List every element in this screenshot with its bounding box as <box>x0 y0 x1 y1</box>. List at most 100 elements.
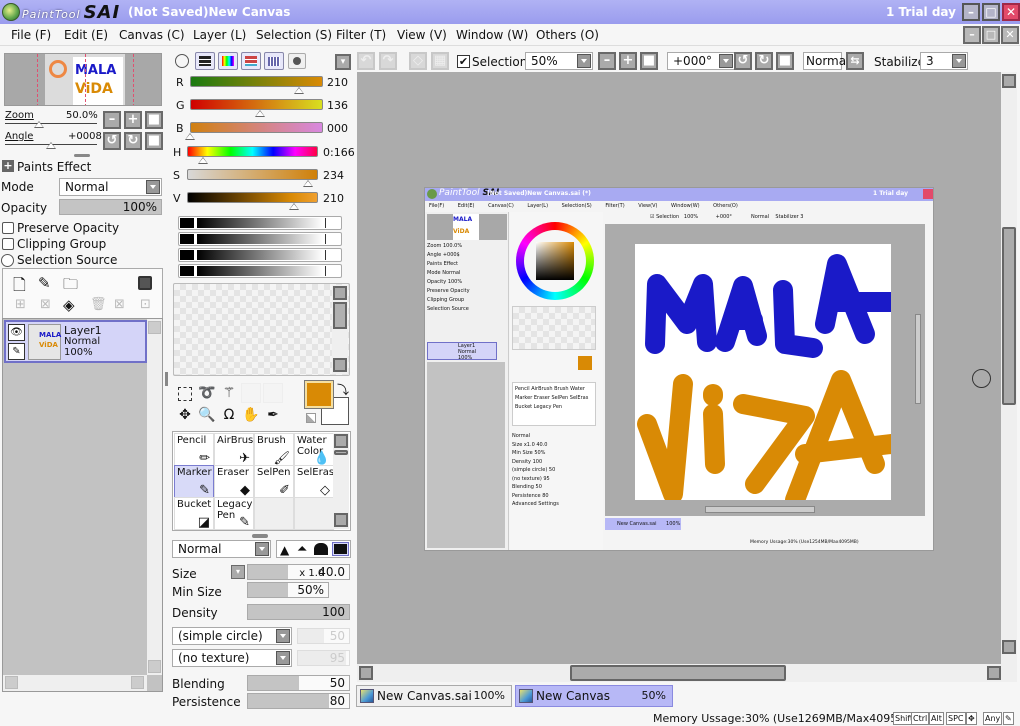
menu-edit[interactable]: Edit (E) <box>64 28 108 42</box>
gray-slider-2[interactable] <box>178 232 342 246</box>
swatch-scroll-up[interactable] <box>333 286 347 300</box>
canvas-scroll-up[interactable] <box>1002 74 1016 88</box>
view-mode-button[interactable]: Normal <box>803 52 849 70</box>
doc-minimize-button[interactable]: – <box>963 26 981 44</box>
size-multiplier-dropdown[interactable]: ▾ <box>231 565 245 579</box>
brush-selpen[interactable]: SelPen ✐ <box>254 465 294 498</box>
swatches-mode-icon[interactable] <box>264 52 284 70</box>
rect-select-tool[interactable] <box>178 387 192 401</box>
menu-selection[interactable]: Selection (S) <box>256 28 332 42</box>
persistence-slider[interactable]: 80 <box>247 693 350 709</box>
preserve-opacity-checkbox[interactable] <box>2 222 14 234</box>
min-size-slider[interactable]: 50% <box>247 582 329 598</box>
canvas-scroll-right[interactable] <box>987 666 1001 680</box>
file-tab-new-canvas-sai[interactable]: New Canvas.sai 100% <box>356 685 512 707</box>
menu-filter[interactable]: Filter (T) <box>336 28 386 42</box>
minimize-button[interactable]: – <box>962 3 980 21</box>
redo-button[interactable]: ↷ <box>379 52 397 70</box>
brush-pencil[interactable]: Pencil ✏ <box>174 433 214 466</box>
brush-texture-strength[interactable]: 95 <box>297 650 350 666</box>
swatch-scrollbar[interactable] <box>332 285 348 374</box>
clear-layer-icon[interactable]: ◈ <box>63 296 75 314</box>
zoom-slider[interactable] <box>5 123 97 124</box>
r-slider-handle[interactable] <box>294 87 305 94</box>
scratchpad-mode-icon[interactable] <box>288 53 306 69</box>
edge-sharp-icon[interactable] <box>332 542 349 556</box>
s-slider[interactable] <box>187 169 318 180</box>
toolbar-zoom-reset-button[interactable]: ■ <box>640 52 658 70</box>
g-slider-handle[interactable] <box>255 110 266 117</box>
layer-scroll-up[interactable] <box>148 321 161 334</box>
selection-source-radio[interactable] <box>1 254 14 267</box>
layer-scroll-down[interactable] <box>148 660 161 673</box>
angle-slider-handle[interactable] <box>46 142 56 149</box>
edge-soft-icon[interactable]: ▲ <box>280 543 289 557</box>
layer-scroll-left[interactable] <box>5 676 18 689</box>
paints-effect-expand-icon[interactable]: + <box>2 160 14 172</box>
zoom-slider-handle[interactable] <box>34 121 44 128</box>
toolbar-zoom-in-button[interactable]: + <box>619 52 637 70</box>
toolbar-rotate-reset-button[interactable]: ■ <box>776 52 794 70</box>
toolbar-rotate-left-button[interactable]: ↺ <box>734 52 752 70</box>
brush-bucket[interactable]: Bucket ◪ <box>174 497 214 530</box>
brush-scroll-up[interactable] <box>334 434 348 448</box>
gray-slider-3[interactable] <box>178 248 342 262</box>
maximize-button[interactable]: □ <box>982 3 1000 21</box>
canvas-vscroll-thumb[interactable] <box>1002 227 1016 405</box>
magic-wand-tool[interactable]: ⚚ <box>219 383 239 403</box>
hand-tool[interactable]: ✋ <box>241 405 261 425</box>
canvas-viewport[interactable]: PaintTool SAI (Not Saved)New Canvas.sai … <box>357 72 1003 664</box>
canvas-vscrollbar[interactable] <box>1001 72 1017 664</box>
brush-scroll-down[interactable] <box>334 513 348 527</box>
brush-water-color[interactable]: Water Color 💧 <box>294 433 334 466</box>
zoom-reset-button[interactable]: ■ <box>145 111 163 129</box>
brush-texture-dropdown[interactable]: (no texture) <box>172 649 292 667</box>
layer-row[interactable]: 👁 ✎ MALA ViDA Layer1 Normal 100% <box>4 320 147 363</box>
merge-visible-icon[interactable]: ⊠ <box>114 297 125 312</box>
gray-slider-1[interactable] <box>178 216 342 230</box>
edge-hard-icon[interactable] <box>314 543 328 555</box>
new-layer-mask-icon[interactable]: ⊡ <box>140 297 151 312</box>
primary-color-swatch[interactable] <box>304 380 334 409</box>
layer-list-hscrollbar[interactable] <box>3 675 147 691</box>
layer-mask-icon[interactable] <box>138 276 152 290</box>
lasso-tool[interactable]: ➰ <box>197 383 217 403</box>
navigator-thumbnail[interactable]: MALA ViDA <box>4 53 162 106</box>
brush-airbrush[interactable]: AirBrush ✈ <box>214 433 260 466</box>
s-slider-handle[interactable] <box>302 180 313 187</box>
r-slider[interactable] <box>190 76 323 87</box>
brush-shape-dropdown[interactable]: (simple circle) <box>172 627 292 645</box>
swatch-scroll-thumb[interactable] <box>333 302 347 329</box>
density-slider[interactable]: 100 <box>247 604 350 620</box>
brush-eraser[interactable]: Eraser ◆ <box>214 465 254 498</box>
deselect-button[interactable]: ◇ <box>409 52 427 70</box>
mixer-mode-icon[interactable] <box>241 52 261 70</box>
h-slider-handle[interactable] <box>197 157 208 164</box>
doc-restore-button[interactable]: □ <box>982 26 1000 44</box>
delete-layer-icon[interactable]: 🗑 <box>90 297 107 312</box>
size-slider[interactable]: x 1.040.0 <box>247 564 350 580</box>
h-slider[interactable] <box>187 146 318 157</box>
edge-medium-icon[interactable]: ⏶ <box>297 542 307 557</box>
rgb-slider-mode-icon[interactable] <box>195 52 215 70</box>
menu-others[interactable]: Others (O) <box>536 28 599 42</box>
zoom-out-button[interactable]: – <box>103 111 121 129</box>
brush-seleras[interactable]: SelEras ◇ <box>294 465 334 498</box>
b-slider-handle[interactable] <box>185 133 195 140</box>
close-button[interactable]: ✕ <box>1002 3 1020 21</box>
layer-opacity-slider[interactable]: 100% <box>59 199 162 215</box>
flip-canvas-button[interactable]: ⇆ <box>846 52 864 70</box>
b-slider[interactable] <box>190 122 323 133</box>
blending-slider[interactable]: 50 <box>247 675 350 691</box>
swatch-scroll-down[interactable] <box>333 358 347 372</box>
eyedropper-tool[interactable]: ✒ <box>263 405 283 425</box>
rotate-right-button[interactable]: ↻ <box>124 132 142 150</box>
rotate-tool[interactable]: Ω <box>219 405 239 425</box>
brush-splitter[interactable] <box>252 534 268 538</box>
undo-button[interactable]: ↶ <box>357 52 375 70</box>
merge-down-icon[interactable]: ⊠ <box>40 297 51 312</box>
brush-scroll-thumb[interactable] <box>334 450 348 455</box>
brush-legacy-pen[interactable]: Legacy Pen ✎ <box>214 497 254 530</box>
selection-checkbox[interactable]: ✔ <box>457 55 470 68</box>
canvas-scroll-down[interactable] <box>1002 640 1016 654</box>
